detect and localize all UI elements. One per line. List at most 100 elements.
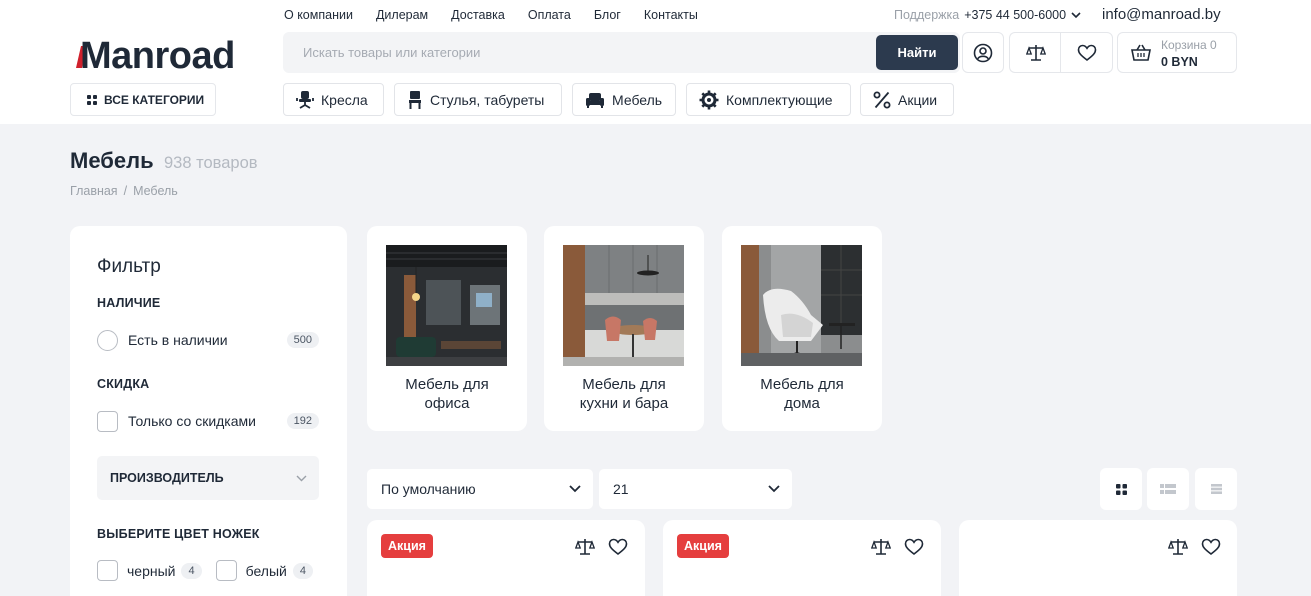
nav-link-dealers[interactable]: Дилерам xyxy=(376,8,428,22)
wishlist-toggle[interactable] xyxy=(607,536,629,558)
filter-panel: Фильтр НАЛИЧИЕ Есть в наличии 500 СКИДКА… xyxy=(70,226,347,596)
svg-text:Manroad: Manroad xyxy=(80,35,235,74)
wishlist-button[interactable] xyxy=(1060,32,1113,73)
product-card[interactable]: Акция xyxy=(663,520,941,596)
scales-icon xyxy=(1168,539,1188,555)
support-phone-dropdown[interactable]: Поддержка +375 44 500-6000 xyxy=(894,8,1081,22)
leg-color-heading: ВЫБЕРИТЕ ЦВЕТ НОЖЕК xyxy=(97,527,260,541)
filter-title: Фильтр xyxy=(97,256,161,277)
nav-link-blog[interactable]: Блог xyxy=(594,8,621,22)
color-label: черный xyxy=(127,562,176,579)
product-card[interactable]: Акция xyxy=(367,520,645,596)
gear-icon xyxy=(699,90,719,109)
availability-heading: НАЛИЧИЕ xyxy=(97,296,161,310)
category-label: Кресла xyxy=(321,91,368,108)
compare-toggle[interactable] xyxy=(1167,536,1189,558)
category-stools[interactable]: Стулья, табуреты xyxy=(394,83,562,116)
site-header: О компании Дилерам Доставка Оплата Блог … xyxy=(0,0,1311,124)
search-button[interactable]: Найти xyxy=(876,35,958,70)
sort-select[interactable]: По умолчанию xyxy=(367,469,593,509)
category-components[interactable]: Комплектующие xyxy=(686,83,851,116)
category-furniture[interactable]: Мебель xyxy=(572,83,676,116)
subcategory-image xyxy=(741,245,862,366)
compare-toggle[interactable] xyxy=(574,536,596,558)
cart-button[interactable]: Корзина 0 0 BYN xyxy=(1117,32,1237,73)
breadcrumb-current: Мебель xyxy=(133,184,178,198)
manufacturer-label: ПРОИЗВОДИТЕЛЬ xyxy=(110,471,224,485)
wishlist-toggle[interactable] xyxy=(1200,536,1222,558)
heart-icon xyxy=(1201,538,1221,556)
sale-badge: Акция xyxy=(381,534,433,558)
discount-checkbox[interactable] xyxy=(97,410,118,432)
view-compact-button[interactable] xyxy=(1195,468,1237,510)
breadcrumb-separator: / xyxy=(123,184,128,198)
color-white-checkbox[interactable] xyxy=(215,560,237,581)
category-label: Мебель xyxy=(612,91,663,108)
compare-toggle[interactable] xyxy=(870,536,892,558)
manufacturer-dropdown[interactable]: ПРОИЗВОДИТЕЛЬ xyxy=(97,456,319,500)
category-sale[interactable]: Акции xyxy=(860,83,954,116)
wishlist-toggle[interactable] xyxy=(903,536,925,558)
chair-icon xyxy=(409,90,421,109)
color-black-checkbox[interactable] xyxy=(97,560,118,581)
scales-icon xyxy=(1025,44,1046,61)
category-label: Акции xyxy=(898,91,938,108)
search-input[interactable] xyxy=(283,32,873,73)
subcategory-image xyxy=(563,245,684,366)
basket-icon xyxy=(1131,44,1151,61)
discount-option[interactable]: Только со скидками 192 xyxy=(97,410,319,432)
discount-label: Только со скидками xyxy=(128,413,256,429)
per-page-select[interactable]: 21 xyxy=(599,469,792,509)
account-button[interactable] xyxy=(962,32,1004,73)
site-logo[interactable]: Manroad xyxy=(72,32,264,77)
leg-color-options: черный 4 белый 4 xyxy=(97,560,313,581)
breadcrumb: Главная / Мебель xyxy=(70,184,178,198)
subcategory-card-office[interactable]: Мебель для офиса xyxy=(367,226,527,431)
breadcrumb-home[interactable]: Главная xyxy=(70,184,118,198)
nav-link-contacts[interactable]: Контакты xyxy=(644,8,698,22)
product-card[interactable] xyxy=(959,520,1237,596)
chevron-down-icon xyxy=(768,485,780,493)
view-list-button[interactable] xyxy=(1147,468,1189,510)
subcategory-card-kitchen[interactable]: Мебель для кухни и бара xyxy=(544,226,704,431)
compact-list-icon xyxy=(1210,484,1222,494)
top-navigation: О компании Дилерам Доставка Оплата Блог … xyxy=(284,8,698,22)
grid-icon xyxy=(87,94,97,105)
subcategory-card-home[interactable]: Мебель для дома xyxy=(722,226,882,431)
category-label: Комплектующие xyxy=(726,91,833,108)
subcategory-label: Мебель для кухни и бара xyxy=(579,376,669,412)
cart-label: Корзина 0 xyxy=(1161,38,1217,52)
view-grid-button[interactable] xyxy=(1100,468,1142,510)
contact-email[interactable]: info@manroad.by xyxy=(1102,6,1221,23)
color-option-white[interactable]: белый 4 xyxy=(215,560,313,581)
product-count: 938 товаров xyxy=(164,154,258,172)
search-bar: Найти xyxy=(283,32,960,73)
heart-icon xyxy=(904,538,924,556)
user-icon xyxy=(973,43,993,62)
nav-link-delivery[interactable]: Доставка xyxy=(451,8,505,22)
in-stock-radio[interactable] xyxy=(97,329,118,351)
armchair-icon xyxy=(586,92,604,108)
sale-badge: Акция xyxy=(677,534,729,558)
sort-value: По умолчанию xyxy=(381,481,476,497)
office-chair-icon xyxy=(296,90,314,109)
support-phone: +375 44 500-6000 xyxy=(964,8,1067,22)
category-label: Стулья, табуреты xyxy=(430,91,545,108)
color-option-black[interactable]: черный 4 xyxy=(97,560,202,581)
chevron-down-icon xyxy=(569,485,581,493)
discount-count: 192 xyxy=(286,413,319,429)
percent-icon xyxy=(873,91,891,108)
all-categories-label: ВСЕ КАТЕГОРИИ xyxy=(104,92,205,107)
subcategory-image xyxy=(386,245,507,366)
category-chairs[interactable]: Кресла xyxy=(283,83,384,116)
in-stock-option[interactable]: Есть в наличии 500 xyxy=(97,329,319,351)
grid-icon xyxy=(1115,483,1127,495)
nav-link-payment[interactable]: Оплата xyxy=(528,8,571,22)
heart-icon xyxy=(608,538,628,556)
all-categories-button[interactable]: ВСЕ КАТЕГОРИИ xyxy=(70,83,216,116)
support-label: Поддержка xyxy=(894,8,960,22)
compare-button[interactable] xyxy=(1009,32,1061,73)
nav-link-about[interactable]: О компании xyxy=(284,8,353,22)
in-stock-label: Есть в наличии xyxy=(128,332,228,348)
page-title: Мебель xyxy=(70,148,154,173)
